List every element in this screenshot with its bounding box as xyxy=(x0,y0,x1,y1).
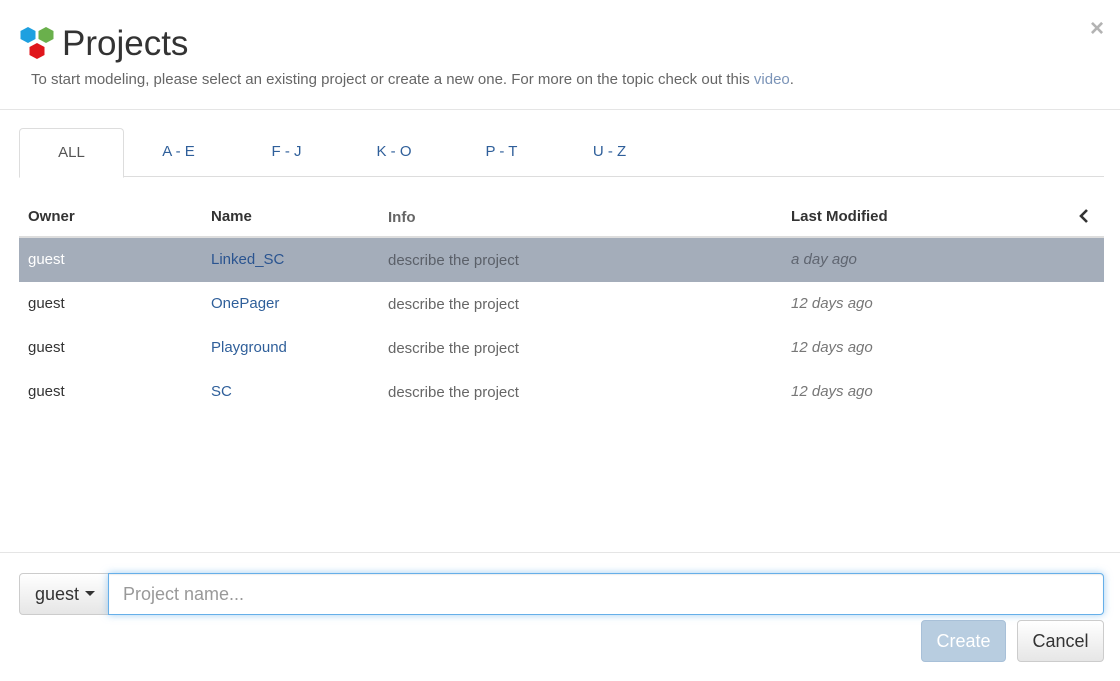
close-button[interactable]: × xyxy=(1090,15,1104,43)
row-project-name-link[interactable]: SC xyxy=(211,383,232,400)
tab-a-e[interactable]: A - E xyxy=(124,128,233,177)
create-button[interactable]: Create xyxy=(921,620,1006,662)
row-project-name-link[interactable]: Linked_SC xyxy=(211,251,284,268)
column-header-owner[interactable]: Owner xyxy=(28,208,75,225)
cancel-button[interactable]: Cancel xyxy=(1017,620,1104,662)
row-owner: guest xyxy=(28,295,65,312)
dialog-description: To start modeling, please select an exis… xyxy=(31,71,794,89)
caret-down-icon xyxy=(85,590,96,596)
row-last-modified: 12 days ago xyxy=(791,383,873,400)
tab-u-z[interactable]: U - Z xyxy=(555,128,664,177)
hexagon-cluster-icon xyxy=(20,27,54,59)
row-last-modified: a day ago xyxy=(791,251,857,268)
filter-tabs: ALL A - E F - J K - O P - T U - Z xyxy=(19,128,1104,178)
row-last-modified: 12 days ago xyxy=(791,339,873,356)
row-info: describe the project xyxy=(388,296,519,313)
row-info: describe the project xyxy=(388,340,519,357)
dialog-footer: guest Create Cancel xyxy=(0,552,1120,681)
owner-selected-label: guest xyxy=(35,584,80,604)
column-header-info[interactable]: Info xyxy=(388,209,416,226)
chevron-left-icon[interactable] xyxy=(1078,208,1090,224)
tab-f-j[interactable]: F - J xyxy=(233,128,340,177)
tab-all[interactable]: ALL xyxy=(19,128,124,178)
row-owner: guest xyxy=(28,251,65,268)
table-row[interactable]: guest SC describe the project 12 days ag… xyxy=(19,370,1104,414)
description-end: . xyxy=(789,71,794,88)
table-header: Owner Name Info Last Modified xyxy=(19,195,1104,238)
table-row[interactable]: guest OnePager describe the project 12 d… xyxy=(19,282,1104,326)
row-info: describe the project xyxy=(388,384,519,401)
projects-table: Owner Name Info Last Modified guest Link… xyxy=(19,195,1104,414)
row-info: describe the project xyxy=(388,252,519,269)
row-project-name-link[interactable]: Playground xyxy=(211,339,287,356)
table-row[interactable]: guest Playground describe the project 12… xyxy=(19,326,1104,370)
table-row[interactable]: guest Linked_SC describe the project a d… xyxy=(19,238,1104,282)
row-owner: guest xyxy=(28,339,65,356)
video-link[interactable]: video xyxy=(754,71,790,88)
row-last-modified: 12 days ago xyxy=(791,295,873,312)
description-text: To start modeling, please select an exis… xyxy=(31,71,754,88)
projects-dialog: Projects To start modeling, please selec… xyxy=(0,0,1120,681)
row-project-name-link[interactable]: OnePager xyxy=(211,295,279,312)
row-owner: guest xyxy=(28,383,65,400)
owner-dropdown-button[interactable]: guest xyxy=(19,573,109,615)
project-name-input[interactable] xyxy=(108,573,1104,615)
tab-p-t[interactable]: P - T xyxy=(448,128,555,177)
column-header-name[interactable]: Name xyxy=(211,208,252,225)
tab-k-o[interactable]: K - O xyxy=(340,128,448,177)
dialog-header: Projects To start modeling, please selec… xyxy=(0,0,1120,110)
page-title: Projects xyxy=(62,24,189,63)
column-header-last-modified[interactable]: Last Modified xyxy=(791,208,888,225)
